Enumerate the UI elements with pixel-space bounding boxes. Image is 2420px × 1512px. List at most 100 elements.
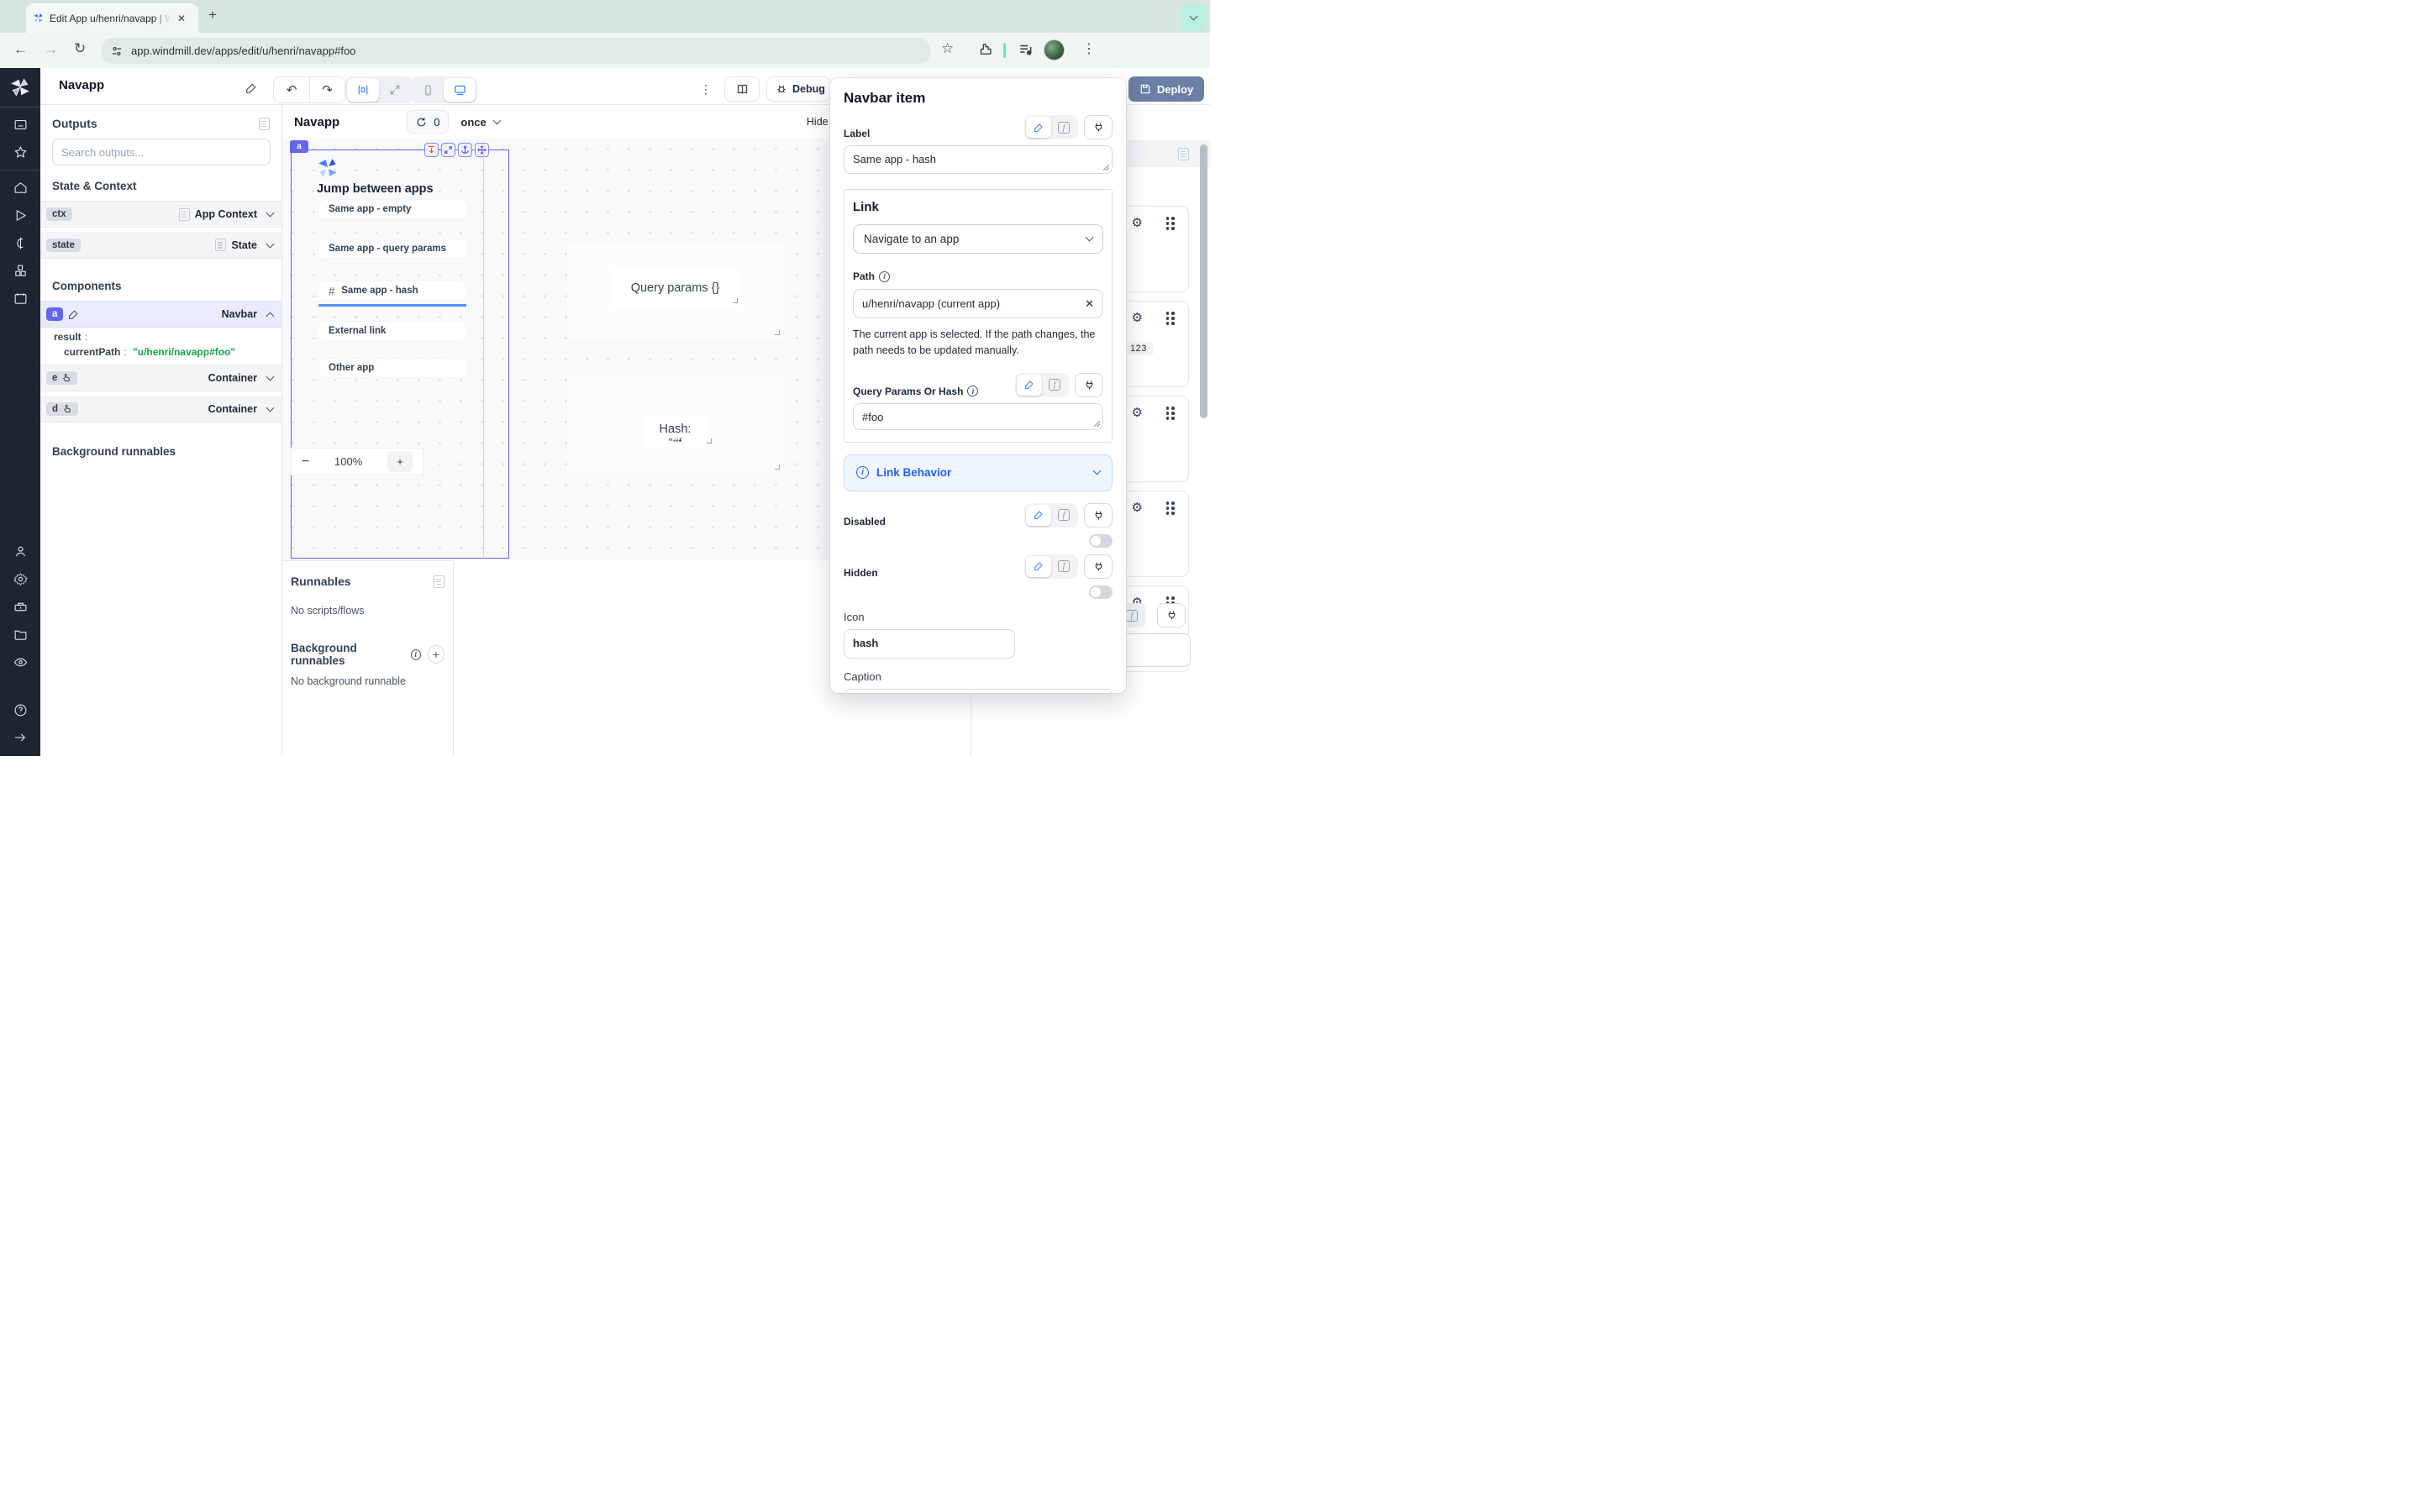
- info-icon[interactable]: i: [967, 386, 978, 396]
- profile-avatar[interactable]: [1044, 39, 1065, 60]
- settings-scrollbar[interactable]: [1200, 144, 1207, 418]
- chevron-down-icon[interactable]: [266, 373, 275, 381]
- new-tab-button[interactable]: +: [208, 7, 217, 24]
- outputs-doc-icon[interactable]: [259, 118, 270, 130]
- query-params-input[interactable]: #foo: [853, 403, 1103, 430]
- browser-tab[interactable]: Edit App u/henri/navapp | Win ✕: [26, 3, 198, 33]
- path-input[interactable]: u/henri/navapp (current app) ✕: [853, 289, 1103, 318]
- centered-layout-button[interactable]: [347, 78, 379, 102]
- tab-close-icon[interactable]: ✕: [177, 13, 186, 24]
- move-icon[interactable]: [475, 143, 489, 157]
- sidebar-item-home[interactable]: [0, 174, 40, 202]
- drag-handle-icon[interactable]: [1166, 312, 1176, 325]
- search-outputs-input[interactable]: Search outputs...: [52, 139, 271, 165]
- link-behavior-accordion[interactable]: i Link Behavior: [844, 454, 1113, 491]
- connect-plug-button[interactable]: [1084, 554, 1113, 579]
- chevron-up-icon[interactable]: [266, 312, 275, 320]
- mobile-view-button[interactable]: [412, 78, 444, 102]
- info-icon[interactable]: i: [879, 271, 890, 282]
- sidebar-item-favorites[interactable]: [0, 139, 40, 166]
- caption-input[interactable]: Cool caption: [844, 689, 1113, 693]
- connect-plug-button[interactable]: [1075, 373, 1103, 397]
- sidebar-item-help[interactable]: [0, 696, 40, 724]
- zoom-out-button[interactable]: −: [302, 454, 309, 470]
- function-mode-button[interactable]: f: [1051, 117, 1076, 138]
- sidebar-item-apps[interactable]: [0, 111, 40, 139]
- component-row-e[interactable]: e Container: [40, 365, 281, 391]
- refresh-count-button[interactable]: 0: [407, 110, 449, 134]
- url-bar[interactable]: app.windmill.dev/apps/edit/u/henri/navap…: [101, 38, 931, 64]
- sidebar-expand-icon[interactable]: [0, 724, 40, 756]
- drag-handle-icon[interactable]: [1166, 407, 1176, 420]
- chevron-down-icon[interactable]: [266, 239, 275, 248]
- function-mode-button[interactable]: f: [1051, 556, 1076, 577]
- fullscreen-icon[interactable]: [441, 143, 455, 157]
- redo-button[interactable]: ↷: [309, 77, 345, 102]
- output-row-ctx[interactable]: ctx App Context: [40, 201, 281, 228]
- back-button[interactable]: ←: [13, 41, 28, 58]
- gear-icon[interactable]: ⚙: [1132, 407, 1143, 419]
- sidebar-item-runs[interactable]: [0, 202, 40, 229]
- nav-item-same-app-query-params[interactable]: Same app - query params: [318, 239, 466, 258]
- info-icon[interactable]: i: [411, 649, 421, 660]
- tab-search-button[interactable]: [1181, 3, 1207, 31]
- connect-plug-button[interactable]: [1157, 603, 1186, 627]
- add-background-runnable-button[interactable]: +: [428, 645, 445, 664]
- chevron-down-icon[interactable]: [266, 209, 275, 218]
- query-params-container[interactable]: Query params {}: [567, 242, 783, 339]
- clear-path-icon[interactable]: ✕: [1085, 297, 1094, 311]
- sidebar-item-workers[interactable]: [0, 593, 40, 621]
- pencil-icon[interactable]: [68, 309, 79, 320]
- deploy-button[interactable]: Deploy: [1128, 76, 1204, 102]
- bookmark-star-icon[interactable]: ☆: [941, 40, 954, 57]
- nav-item-external-link[interactable]: External link: [318, 322, 466, 340]
- docs-button[interactable]: [724, 76, 760, 102]
- connect-plug-button[interactable]: [1084, 503, 1113, 528]
- edit-name-pencil-icon[interactable]: [245, 82, 257, 94]
- label-input[interactable]: Same app - hash: [844, 145, 1113, 174]
- hash-container[interactable]: Hash: "#f: [567, 377, 783, 473]
- sidebar-item-folders[interactable]: [0, 621, 40, 648]
- static-mode-button[interactable]: [1026, 556, 1051, 577]
- nav-item-same-app-empty[interactable]: Same app - empty: [318, 200, 466, 218]
- component-row-d[interactable]: d Container: [40, 396, 281, 423]
- static-mode-button[interactable]: [1017, 375, 1042, 396]
- hidden-toggle[interactable]: [1089, 585, 1113, 599]
- reload-button[interactable]: ↻: [74, 40, 86, 57]
- static-mode-button[interactable]: [1026, 505, 1051, 526]
- connect-plug-button[interactable]: [1084, 115, 1113, 139]
- gear-icon[interactable]: ⚙: [1132, 217, 1143, 229]
- run-mode-select[interactable]: once: [460, 116, 499, 129]
- nav-item-same-app-hash[interactable]: # Same app - hash: [318, 281, 466, 300]
- disabled-toggle[interactable]: [1089, 534, 1113, 548]
- drag-handle-icon[interactable]: [1166, 501, 1176, 515]
- gear-icon[interactable]: ⚙: [1132, 501, 1143, 514]
- navbar-component-selected[interactable]: a Jump between apps Same app - empty Sam…: [291, 150, 509, 559]
- forward-button[interactable]: →: [44, 41, 58, 58]
- sidebar-item-settings[interactable]: [0, 565, 40, 593]
- sidebar-item-audit-logs[interactable]: [0, 648, 40, 676]
- expand-down-icon[interactable]: [424, 143, 439, 157]
- chevron-down-icon[interactable]: [266, 403, 275, 412]
- nav-item-other-app[interactable]: Other app: [318, 359, 466, 377]
- sidebar-item-schedules[interactable]: [0, 285, 40, 312]
- desktop-view-button[interactable]: [444, 78, 476, 102]
- sidebar-item-resources[interactable]: [0, 257, 40, 285]
- runnables-doc-icon[interactable]: [434, 575, 445, 588]
- anchor-icon[interactable]: [458, 143, 472, 157]
- more-options-icon[interactable]: ⋮: [700, 82, 712, 97]
- media-queue-icon[interactable]: [1018, 42, 1034, 57]
- windmill-logo[interactable]: [0, 68, 40, 103]
- drag-handle-icon[interactable]: [1166, 217, 1176, 230]
- browser-menu-icon[interactable]: ⋮: [1082, 40, 1096, 57]
- icon-input[interactable]: hash: [844, 629, 1015, 659]
- gear-icon[interactable]: ⚙: [1132, 312, 1143, 324]
- component-row-a[interactable]: a Navbar: [40, 301, 281, 328]
- extensions-icon[interactable]: [978, 42, 992, 56]
- sidebar-item-variables[interactable]: [0, 229, 40, 257]
- sidebar-item-users[interactable]: [0, 538, 40, 565]
- function-mode-button[interactable]: f: [1051, 505, 1076, 526]
- settings-doc-icon[interactable]: [1178, 148, 1189, 160]
- function-mode-button[interactable]: f: [1042, 375, 1067, 396]
- doc-icon[interactable]: [179, 208, 190, 221]
